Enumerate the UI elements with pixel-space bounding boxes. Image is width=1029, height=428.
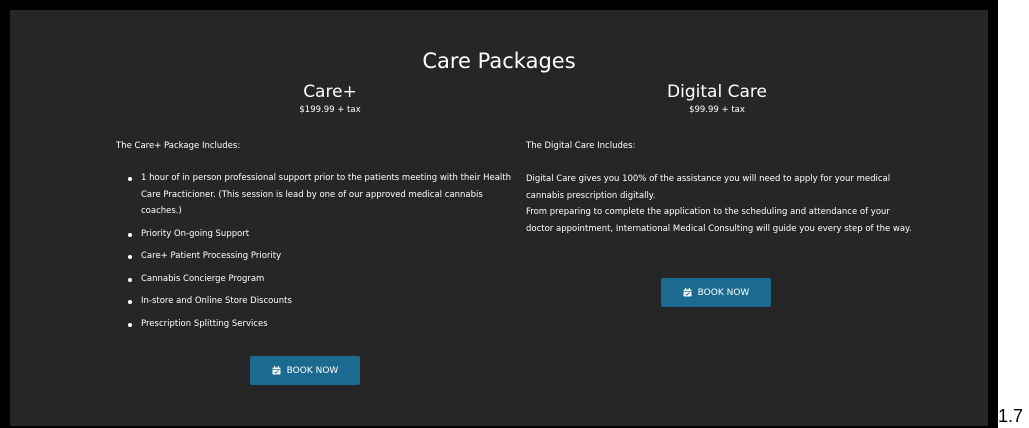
list-item: In-store and Online Store Discounts xyxy=(128,293,541,310)
care-plus-intro: The Care+ Package Includes: xyxy=(116,141,241,151)
digital-care-paragraph: Digital Care gives you 100% of the assis… xyxy=(526,174,891,201)
calendar-check-icon xyxy=(272,366,281,375)
care-plus-book-now-button[interactable]: BOOK NOW xyxy=(250,356,360,385)
calendar-check-icon xyxy=(683,288,692,297)
care-plus-price: $199.99 + tax xyxy=(299,105,361,115)
digital-care-price: $99.99 + tax xyxy=(689,105,745,115)
care-plus-title: Care+ xyxy=(303,82,357,102)
care-plus-feature-list: 1 hour of in person professional support… xyxy=(116,170,541,338)
digital-care-intro: The Digital Care Includes: xyxy=(526,141,636,151)
digital-care-book-now-label: BOOK NOW xyxy=(697,287,750,298)
page-frame: Care Packages Care+ $199.99 + tax The Ca… xyxy=(0,0,998,428)
digital-care-description: Digital Care gives you 100% of the assis… xyxy=(526,171,916,237)
care-plus-header: Care+ $199.99 + tax xyxy=(230,81,430,116)
digital-care-header: Digital Care $99.99 + tax xyxy=(617,81,817,116)
list-item: 1 hour of in person professional support… xyxy=(128,170,511,220)
list-item: Care+ Patient Processing Priority xyxy=(128,248,541,265)
list-item: Priority On-going Support xyxy=(128,226,541,243)
digital-care-paragraph: From preparing to complete the applicati… xyxy=(526,207,912,234)
digital-care-book-now-button[interactable]: BOOK NOW xyxy=(661,278,771,307)
digital-care-title: Digital Care xyxy=(667,82,767,102)
care-plus-book-now-label: BOOK NOW xyxy=(286,365,339,376)
list-item: Prescription Splitting Services xyxy=(128,316,541,333)
page-title: Care Packages xyxy=(422,49,576,73)
care-packages-section: Care Packages Care+ $199.99 + tax The Ca… xyxy=(10,10,988,426)
list-item: Cannabis Concierge Program xyxy=(128,271,541,288)
corner-label: 1.7 xyxy=(998,406,1024,426)
